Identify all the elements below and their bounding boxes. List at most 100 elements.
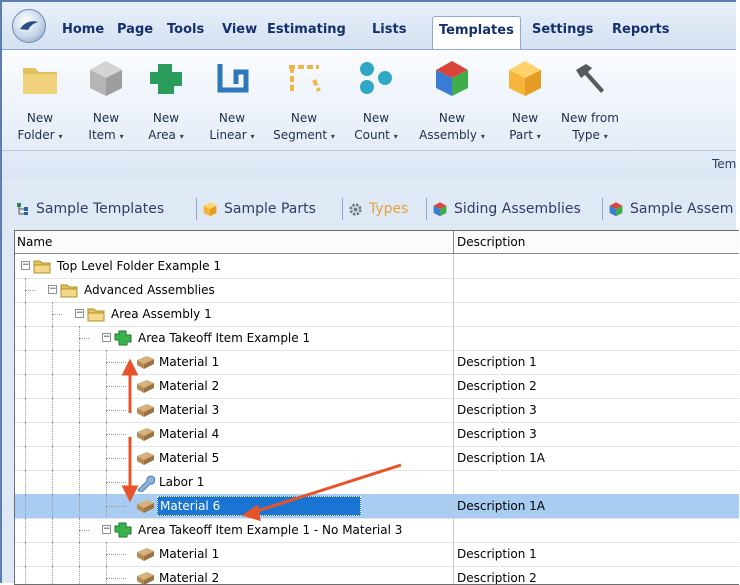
new-folder-button[interactable]: New Folder ▾ xyxy=(12,54,68,152)
name-cell: Material 1 xyxy=(157,542,221,566)
doc-tab-types[interactable]: Types xyxy=(348,195,414,223)
name-cell: Top Level Folder Example 1 xyxy=(55,254,223,278)
tree-row[interactable]: Material 4 Description 3 xyxy=(15,422,739,447)
tree-connector xyxy=(106,422,107,446)
description-cell[interactable]: Description 1A xyxy=(453,494,739,518)
new-segment-button[interactable]: New Segment ▾ xyxy=(266,54,342,152)
tree-connector xyxy=(25,494,26,518)
material-icon xyxy=(135,498,155,517)
new-area-button[interactable]: New Area ▾ xyxy=(140,54,192,152)
column-header-description[interactable]: Description xyxy=(453,231,739,253)
description-cell[interactable] xyxy=(453,278,739,302)
tab-reports[interactable]: Reports xyxy=(612,22,669,37)
collapse-toggle[interactable]: − xyxy=(21,261,30,270)
new-assembly-button[interactable]: New Assembly ▾ xyxy=(412,54,492,152)
area-takeoff-icon xyxy=(114,522,132,541)
description-cell[interactable]: Description 2 xyxy=(453,374,739,398)
tab-estimating[interactable]: Estimating xyxy=(267,22,346,37)
tree-connector xyxy=(25,374,26,398)
tree-row[interactable]: − Top Level Folder Example 1 xyxy=(15,254,739,279)
tab-page[interactable]: Page xyxy=(117,22,153,37)
description-cell[interactable]: Description 1 xyxy=(453,350,739,374)
doc-tab-sample-assemblies[interactable]: Sample Assem xyxy=(608,195,736,223)
row-name: Area Takeoff Item Example 1 - No Materia… xyxy=(138,523,403,537)
grid-header: Name Description xyxy=(15,231,739,254)
tree-connector xyxy=(52,566,53,584)
folder-icon xyxy=(33,258,51,277)
row-name: Top Level Folder Example 1 xyxy=(57,259,221,273)
row-name: Material 1 xyxy=(159,547,220,561)
description-cell[interactable] xyxy=(453,470,739,494)
description-cell[interactable] xyxy=(453,302,739,326)
gear-icon xyxy=(349,202,362,216)
material-icon xyxy=(135,402,155,421)
tree-row[interactable]: Material 2 Description 2 xyxy=(15,374,739,399)
tree-row[interactable]: Material 3 Description 3 xyxy=(15,398,739,423)
tree-row[interactable]: − Area Takeoff Item Example 1 xyxy=(15,326,739,351)
tree-connector xyxy=(52,542,53,566)
new-from-type-button[interactable]: New from Type ▾ xyxy=(558,54,622,152)
description-cell[interactable] xyxy=(453,254,739,278)
description-cell[interactable] xyxy=(453,518,739,542)
assembly-cube-icon xyxy=(609,202,623,217)
tree-row[interactable]: − Advanced Assemblies xyxy=(15,278,739,303)
tree-connector xyxy=(79,542,80,566)
description-cell[interactable]: Description 1 xyxy=(453,542,739,566)
new-count-button[interactable]: New Count ▾ xyxy=(346,54,406,152)
tree-connector xyxy=(25,446,26,470)
tree-connector xyxy=(25,278,26,302)
description-cell[interactable]: Description 1A xyxy=(453,446,739,470)
tree-row[interactable]: Material 1 Description 1 xyxy=(15,350,739,375)
collapse-toggle[interactable]: − xyxy=(102,525,111,534)
tree-row[interactable]: Material 6 Description 1A xyxy=(15,494,739,519)
doc-tab-siding-assemblies[interactable]: Siding Assemblies xyxy=(432,195,587,223)
collapse-toggle[interactable]: − xyxy=(75,309,84,318)
ribbon: New Folder ▾ New Item ▾ New Area ▾ New Linea… xyxy=(2,49,736,179)
tree-row[interactable]: Material 1 Description 1 xyxy=(15,542,739,567)
tree-row[interactable]: Material 5 Description 1A xyxy=(15,446,739,471)
material-icon xyxy=(135,450,155,469)
new-linear-button[interactable]: New Linear ▾ xyxy=(202,54,262,152)
column-header-name[interactable]: Name xyxy=(17,235,52,249)
tree-connector xyxy=(52,398,53,422)
tree-row[interactable]: Material 2 Description 2 xyxy=(15,566,739,584)
tab-settings[interactable]: Settings xyxy=(532,22,593,37)
tree-connector xyxy=(79,422,80,446)
tab-view[interactable]: View xyxy=(222,22,257,37)
row-name: Material 6 xyxy=(157,496,362,516)
description-cell[interactable] xyxy=(453,326,739,350)
tree-row[interactable]: − Area Takeoff Item Example 1 - No Materi… xyxy=(15,518,739,543)
tree-connector xyxy=(52,374,53,398)
tree-connector xyxy=(25,470,26,494)
row-name: Area Assembly 1 xyxy=(111,307,212,321)
tree-connector xyxy=(106,374,107,398)
doc-tab-sample-parts[interactable]: Sample Parts xyxy=(202,195,322,223)
tree-connector xyxy=(52,314,62,315)
tree-connector xyxy=(79,338,89,339)
tab-tools[interactable]: Tools xyxy=(167,22,204,37)
application-menu-button[interactable] xyxy=(12,9,46,43)
tab-templates[interactable]: Templates xyxy=(432,16,521,50)
tab-lists[interactable]: Lists xyxy=(372,22,406,37)
tree-row[interactable]: Labor 1 xyxy=(15,470,739,495)
name-cell: Material 1 xyxy=(157,350,221,374)
description-cell[interactable]: Description 2 xyxy=(453,566,739,584)
tree-row[interactable]: − Area Assembly 1 xyxy=(15,302,739,327)
tree-connector xyxy=(25,302,26,326)
tree-connector xyxy=(79,374,80,398)
new-part-button[interactable]: New Part ▾ xyxy=(502,54,548,152)
new-item-button[interactable]: New Item ▾ xyxy=(80,54,132,152)
name-cell: Material 2 xyxy=(157,374,221,398)
collapse-toggle[interactable]: − xyxy=(48,285,57,294)
name-cell: Material 5 xyxy=(157,446,221,470)
row-name: Material 3 xyxy=(159,403,220,417)
description-cell[interactable]: Description 3 xyxy=(453,398,739,422)
collapse-toggle[interactable]: − xyxy=(102,333,111,342)
folder-icon xyxy=(23,68,57,94)
description-cell[interactable]: Description 3 xyxy=(453,422,739,446)
tab-home[interactable]: Home xyxy=(62,22,104,37)
doc-tab-sample-templates[interactable]: Sample Templates xyxy=(16,195,170,223)
ribbon-group-caption: Tem xyxy=(712,157,736,171)
tree-connector xyxy=(106,542,107,566)
tree-connector xyxy=(25,398,26,422)
